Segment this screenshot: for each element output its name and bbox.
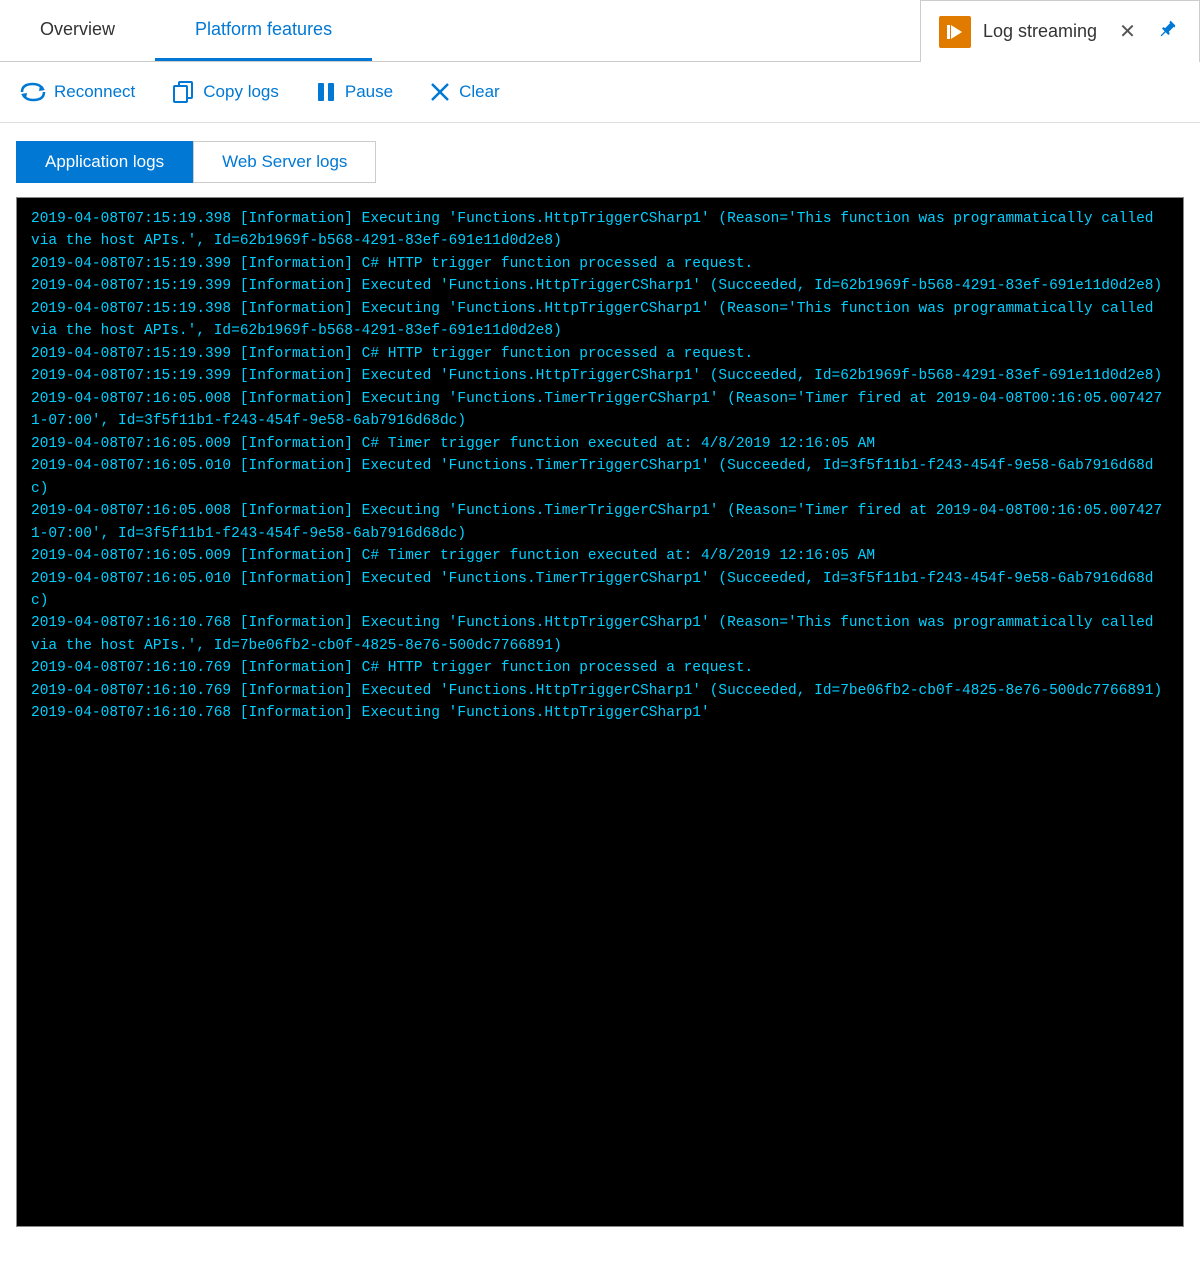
tab-web-server-logs[interactable]: Web Server logs xyxy=(193,141,376,183)
log-streaming-title: Log streaming xyxy=(983,21,1097,42)
application-logs-label: Application logs xyxy=(45,152,164,171)
log-console-wrapper[interactable]: 2019-04-08T07:15:19.398 [Information] Ex… xyxy=(16,197,1184,1227)
log-type-tabs: Application logs Web Server logs xyxy=(0,123,1200,183)
tab-platform-features[interactable]: Platform features xyxy=(155,0,372,61)
copy-logs-icon xyxy=(171,80,195,104)
reconnect-label: Reconnect xyxy=(54,82,135,102)
tab-bar: Overview Platform features Log streaming… xyxy=(0,0,1200,62)
pause-icon xyxy=(315,81,337,103)
reconnect-button[interactable]: Reconnect xyxy=(20,81,135,103)
clear-label: Clear xyxy=(459,82,500,102)
toolbar: Reconnect Copy logs Pause Clear xyxy=(0,62,1200,123)
tab-overview-label: Overview xyxy=(40,19,115,40)
clear-icon xyxy=(429,81,451,103)
tab-application-logs[interactable]: Application logs xyxy=(16,141,193,183)
tab-overview[interactable]: Overview xyxy=(0,0,155,61)
web-server-logs-label: Web Server logs xyxy=(222,152,347,171)
pin-panel-button[interactable] xyxy=(1156,18,1178,46)
pause-label: Pause xyxy=(345,82,393,102)
close-panel-button[interactable]: ✕ xyxy=(1119,19,1136,44)
log-console: 2019-04-08T07:15:19.398 [Information] Ex… xyxy=(17,198,1183,735)
reconnect-icon xyxy=(20,81,46,103)
pause-button[interactable]: Pause xyxy=(315,81,393,103)
log-streaming-panel: Log streaming ✕ xyxy=(920,0,1200,62)
copy-logs-button[interactable]: Copy logs xyxy=(171,80,279,104)
clear-button[interactable]: Clear xyxy=(429,81,500,103)
log-streaming-icon xyxy=(939,16,971,48)
tab-platform-features-label: Platform features xyxy=(195,19,332,40)
copy-logs-label: Copy logs xyxy=(203,82,279,102)
